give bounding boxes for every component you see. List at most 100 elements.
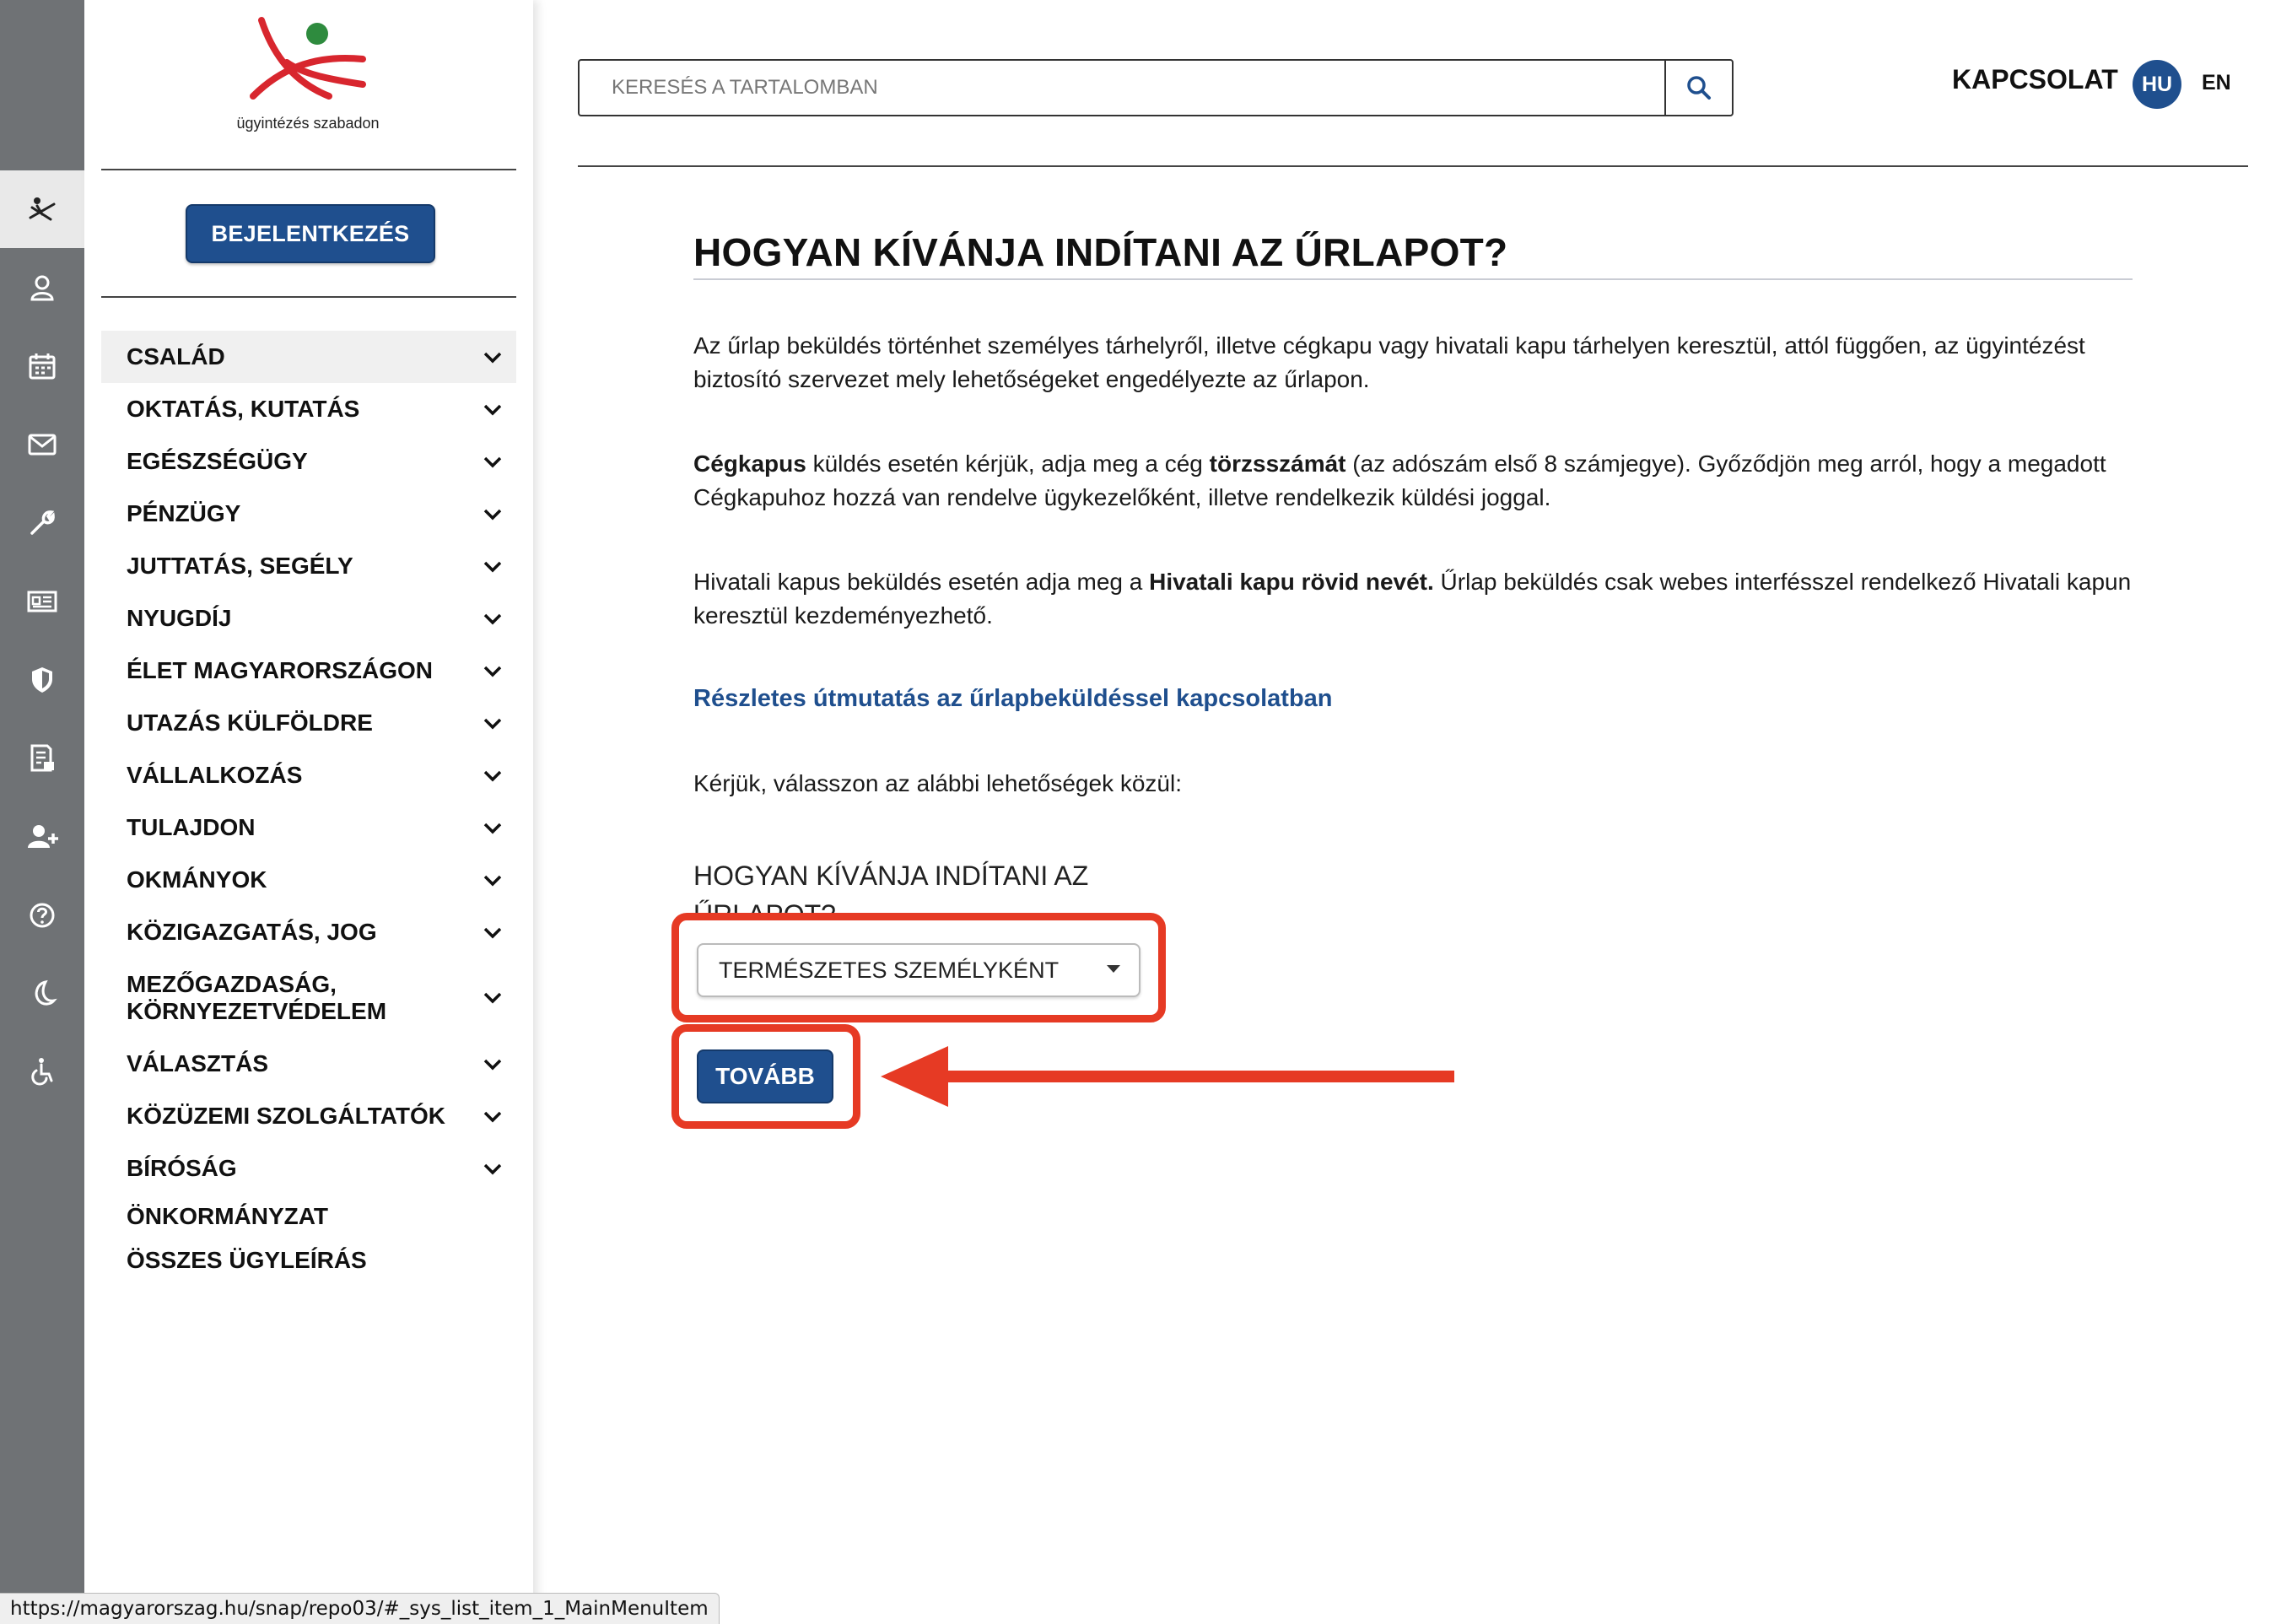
rail-help-button[interactable] <box>0 877 84 954</box>
menu-item-label: TULAJDON <box>127 814 256 840</box>
menu-item-label: KÖZIGAZGATÁS, JOG <box>127 919 377 945</box>
chevron-down-icon[interactable] <box>481 607 504 630</box>
person-on-cross-icon <box>29 197 56 221</box>
menu-item-label: MEZŐGAZDASÁG, KÖRNYEZETVÉDELEM <box>127 971 387 1024</box>
chevron-down-icon[interactable] <box>481 1052 504 1076</box>
header-divider <box>578 165 2248 167</box>
page-title: HOGYAN KÍVÁNJA INDÍTANI AZ ŰRLAPOT? <box>693 230 1508 274</box>
intro-paragraph: Az űrlap beküldés történhet személyes tá… <box>693 332 2085 392</box>
rail-calendar-button[interactable] <box>0 327 84 405</box>
shield-icon <box>32 667 52 693</box>
rail-security-button[interactable] <box>0 641 84 719</box>
search-button[interactable] <box>1664 61 1732 115</box>
rail-user-button[interactable] <box>0 249 84 326</box>
accessibility-icon <box>31 1058 53 1086</box>
rail-documents-button[interactable] <box>0 720 84 797</box>
menu-item-label: EGÉSZSÉGÜGY <box>127 448 308 474</box>
chevron-down-icon[interactable] <box>481 345 504 369</box>
add-user-icon <box>28 825 58 848</box>
menu-item-label: NYUGDÍJ <box>127 605 232 631</box>
rail-tools-button[interactable] <box>0 484 84 562</box>
menu-item-label: KÖZÜZEMI SZOLGÁLTATÓK <box>127 1103 445 1129</box>
rail-home-button[interactable] <box>0 170 84 248</box>
chevron-down-icon[interactable] <box>481 985 504 1009</box>
menu-item-mezogazdasag[interactable]: MEZŐGAZDASÁG, KÖRNYEZETVÉDELEM <box>101 958 516 1038</box>
main-menu: CSALÁD OKTATÁS, KUTATÁS EGÉSZSÉGÜGY PÉNZ… <box>101 331 516 1282</box>
chevron-down-icon[interactable] <box>481 450 504 473</box>
menu-item-nyugdij[interactable]: NYUGDÍJ <box>101 592 516 645</box>
search-icon <box>1687 76 1711 100</box>
menu-item-label: UTAZÁS KÜLFÖLDRE <box>127 709 373 736</box>
mail-icon <box>28 434 57 456</box>
menu-item-osszes-ugyleiras[interactable]: ÖSSZES ÜGYLEÍRÁS <box>101 1238 516 1282</box>
sidebar-divider <box>101 296 516 298</box>
menu-item-vallalkozas[interactable]: VÁLLALKOZÁS <box>101 749 516 801</box>
rail-add-user-button[interactable] <box>0 798 84 876</box>
rail-mail-button[interactable] <box>0 406 84 483</box>
menu-item-oktatas[interactable]: OKTATÁS, KUTATÁS <box>101 383 516 435</box>
newspaper-icon <box>27 591 57 612</box>
annotation-arrow-icon <box>881 1046 1454 1107</box>
menu-item-label: CSALÁD <box>127 343 225 370</box>
choose-instruction: Kérjük, válasszon az alábbi lehetőségek … <box>693 770 1183 796</box>
menu-item-label: ÖSSZES ÜGYLEÍRÁS <box>127 1247 367 1273</box>
menu-item-valasztas[interactable]: VÁLASZTÁS <box>101 1038 516 1090</box>
menu-item-kozuzemi[interactable]: KÖZÜZEMI SZOLGÁLTATÓK <box>101 1090 516 1142</box>
login-button[interactable]: BEJELENTKEZÉS <box>186 204 435 263</box>
chevron-down-icon[interactable] <box>481 659 504 683</box>
search-bar <box>578 59 1734 116</box>
icon-rail <box>0 0 84 1623</box>
language-en-button[interactable]: EN <box>2202 71 2231 95</box>
menu-item-csalad[interactable]: CSALÁD <box>101 331 516 383</box>
menu-item-tulajdon[interactable]: TULAJDON <box>101 801 516 854</box>
chevron-down-icon[interactable] <box>481 1104 504 1128</box>
menu-item-egeszsegugy[interactable]: EGÉSZSÉGÜGY <box>101 435 516 488</box>
company-gateway-paragraph: Cégkapus küldés esetén kérjük, adja meg … <box>693 447 2144 515</box>
menu-item-okmanyok[interactable]: OKMÁNYOK <box>101 854 516 906</box>
help-icon <box>30 903 55 928</box>
document-lock-icon <box>30 744 54 772</box>
bold-text: törzsszámát <box>1209 451 1346 477</box>
rail-dark-mode-button[interactable] <box>0 955 84 1033</box>
rail-accessibility-button[interactable] <box>0 1033 84 1111</box>
chevron-down-icon[interactable] <box>481 1157 504 1180</box>
title-divider <box>693 278 2133 280</box>
chevron-down-icon[interactable] <box>481 868 504 892</box>
menu-item-label: VÁLLALKOZÁS <box>127 762 303 788</box>
menu-item-elet-magyarorszagon[interactable]: ÉLET MAGYARORSZÁGON <box>101 645 516 697</box>
chevron-down-icon[interactable] <box>481 816 504 839</box>
office-gateway-paragraph: Hivatali kapus beküldés esetén adja meg … <box>693 565 2144 633</box>
menu-item-utazas-kulfoldre[interactable]: UTAZÁS KÜLFÖLDRE <box>101 697 516 749</box>
menu-item-label: ÖNKORMÁNYZAT <box>127 1203 329 1229</box>
menu-item-label: BÍRÓSÁG <box>127 1155 237 1181</box>
menu-item-label: PÉNZÜGY <box>127 500 241 526</box>
chevron-down-icon[interactable] <box>481 763 504 787</box>
wrench-icon <box>30 510 55 535</box>
menu-item-label: OKMÁNYOK <box>127 866 267 893</box>
logo-caption: ügyintézés szabadon <box>236 115 380 132</box>
detailed-guide-link[interactable]: Részletes útmutatás az űrlapbeküldéssel … <box>693 685 1333 713</box>
menu-item-penzugy[interactable]: PÉNZÜGY <box>101 488 516 540</box>
search-input[interactable] <box>580 61 1664 115</box>
highlight-next-button <box>671 1024 860 1129</box>
sidebar-divider <box>101 169 516 170</box>
menu-item-label: OKTATÁS, KUTATÁS <box>127 396 360 422</box>
highlight-select-box <box>671 913 1166 1022</box>
chevron-down-icon[interactable] <box>481 554 504 578</box>
site-logo[interactable] <box>236 12 388 130</box>
user-icon <box>30 275 54 301</box>
menu-item-onkormanyzat[interactable]: ÖNKORMÁNYZAT <box>101 1195 516 1238</box>
menu-item-birosag[interactable]: BÍRÓSÁG <box>101 1142 516 1195</box>
chevron-down-icon[interactable] <box>481 920 504 944</box>
contact-link[interactable]: KAPCSOLAT <box>1952 64 2118 95</box>
calendar-icon <box>29 353 56 380</box>
sidebar: ügyintézés szabadon BEJELENTKEZÉS CSALÁD… <box>84 0 533 1623</box>
chevron-down-icon[interactable] <box>481 502 504 526</box>
chevron-down-icon[interactable] <box>481 711 504 735</box>
language-hu-button[interactable]: HU <box>2133 60 2181 109</box>
rail-news-button[interactable] <box>0 563 84 640</box>
chevron-down-icon[interactable] <box>481 397 504 421</box>
menu-item-juttatas[interactable]: JUTTATÁS, SEGÉLY <box>101 540 516 592</box>
menu-item-label: JUTTATÁS, SEGÉLY <box>127 553 353 579</box>
menu-item-kozigazgatas[interactable]: KÖZIGAZGATÁS, JOG <box>101 906 516 958</box>
